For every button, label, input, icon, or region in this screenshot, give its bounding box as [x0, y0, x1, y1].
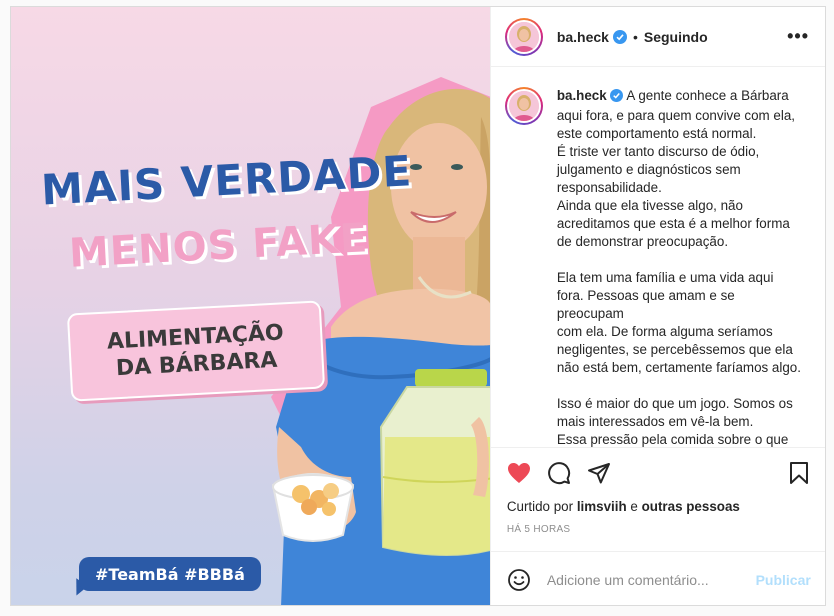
header-separator-dot: •: [632, 28, 638, 45]
likes-summary: Curtido por limsviih e outras pessoas: [491, 497, 825, 519]
caption-line: É triste ver tanto discurso de ódio,: [556, 144, 760, 159]
heart-icon[interactable]: [507, 461, 531, 485]
post-sidebar: ba.heck • Seguindo ••• ba.heck A gente c…: [489, 7, 825, 605]
following-button[interactable]: Seguindo: [644, 29, 708, 45]
add-comment-bar: Publicar: [490, 551, 825, 605]
likes-others-link[interactable]: outras pessoas: [642, 499, 740, 514]
hashtag-badge: #TeamBá #BBBá: [79, 557, 261, 591]
caption-line: Essa pressão pela comida sobre o que: [556, 432, 789, 447]
post-header: ba.heck • Seguindo •••: [490, 7, 825, 67]
likes-prefix: Curtido por: [506, 499, 574, 514]
caption-line: julgamento e diagnósticos sem: [556, 162, 741, 177]
feeding-label-box: ALIMENTAÇÃO DA BÁRBARA: [66, 300, 326, 402]
verified-icon: [612, 29, 627, 44]
caption-line: negligentes, se percebêssemos que ela: [556, 342, 793, 357]
caption-username[interactable]: ba.heck: [557, 88, 607, 103]
post-timestamp[interactable]: HÁ 5 HORAS: [491, 519, 825, 545]
likes-connector: e: [630, 499, 638, 514]
caption-paragraph-gap: [557, 251, 805, 269]
caption-line: este comportamento está normal.: [556, 126, 757, 141]
caption-line: de demonstrar preocupação.: [556, 234, 729, 249]
caption-line: Ainda que ela tivesse algo, não: [556, 198, 743, 213]
caption-avatar-image: [508, 91, 539, 121]
instagram-post: MAIS VERDADE MENOS FAKE ALIMENTAÇÃO DA B…: [10, 6, 826, 606]
likes-user-link[interactable]: limsviih: [577, 499, 627, 514]
bookmark-icon[interactable]: [787, 461, 811, 485]
caption-paragraph-gap: [557, 377, 805, 395]
avatar[interactable]: [504, 17, 543, 56]
caption-first-line: ba.heck A gente conhece a Bárbara: [557, 87, 805, 107]
caption-line: fora. Pessoas que amam e se preocupam: [556, 288, 735, 321]
comment-input[interactable]: [546, 571, 756, 588]
header-username[interactable]: ba.heck: [557, 29, 609, 45]
avatar-image: [508, 21, 539, 52]
page-background: MAIS VERDADE MENOS FAKE ALIMENTAÇÃO DA B…: [0, 0, 834, 616]
caption-line: responsabilidade.: [556, 180, 662, 195]
caption-line: aqui fora, e para quem convive com ela,: [556, 108, 796, 123]
comments-section[interactable]: ba.heck A gente conhece a Bárbara aqui f…: [491, 67, 825, 447]
caption-line: Ela tem uma família e uma vida aqui: [556, 270, 774, 285]
caption-line: acreditamos que esta é a melhor forma: [556, 216, 790, 231]
share-icon[interactable]: [587, 461, 611, 485]
caption-line: não está bem, certamente faríamos algo.: [556, 360, 801, 375]
caption-line: com ela. De forma alguma seríamos: [556, 324, 773, 339]
publish-button[interactable]: Publicar: [756, 572, 811, 588]
emoji-icon[interactable]: [507, 568, 531, 592]
caption-text: ba.heck A gente conhece a Bárbara aqui f…: [557, 87, 805, 447]
more-options-icon[interactable]: •••: [787, 26, 809, 47]
caption-line: Isso é maior do que um jogo. Somos os: [556, 396, 793, 411]
comment-icon[interactable]: [547, 461, 571, 485]
caption-line: mais interessados em vê-la bem.: [556, 414, 754, 429]
caption-line: A gente conhece a Bárbara: [626, 88, 789, 103]
verified-icon: [610, 89, 624, 107]
post-actions-bar: [490, 447, 825, 497]
caption-avatar[interactable]: [504, 87, 543, 125]
post-image[interactable]: MAIS VERDADE MENOS FAKE ALIMENTAÇÃO DA B…: [11, 7, 490, 605]
